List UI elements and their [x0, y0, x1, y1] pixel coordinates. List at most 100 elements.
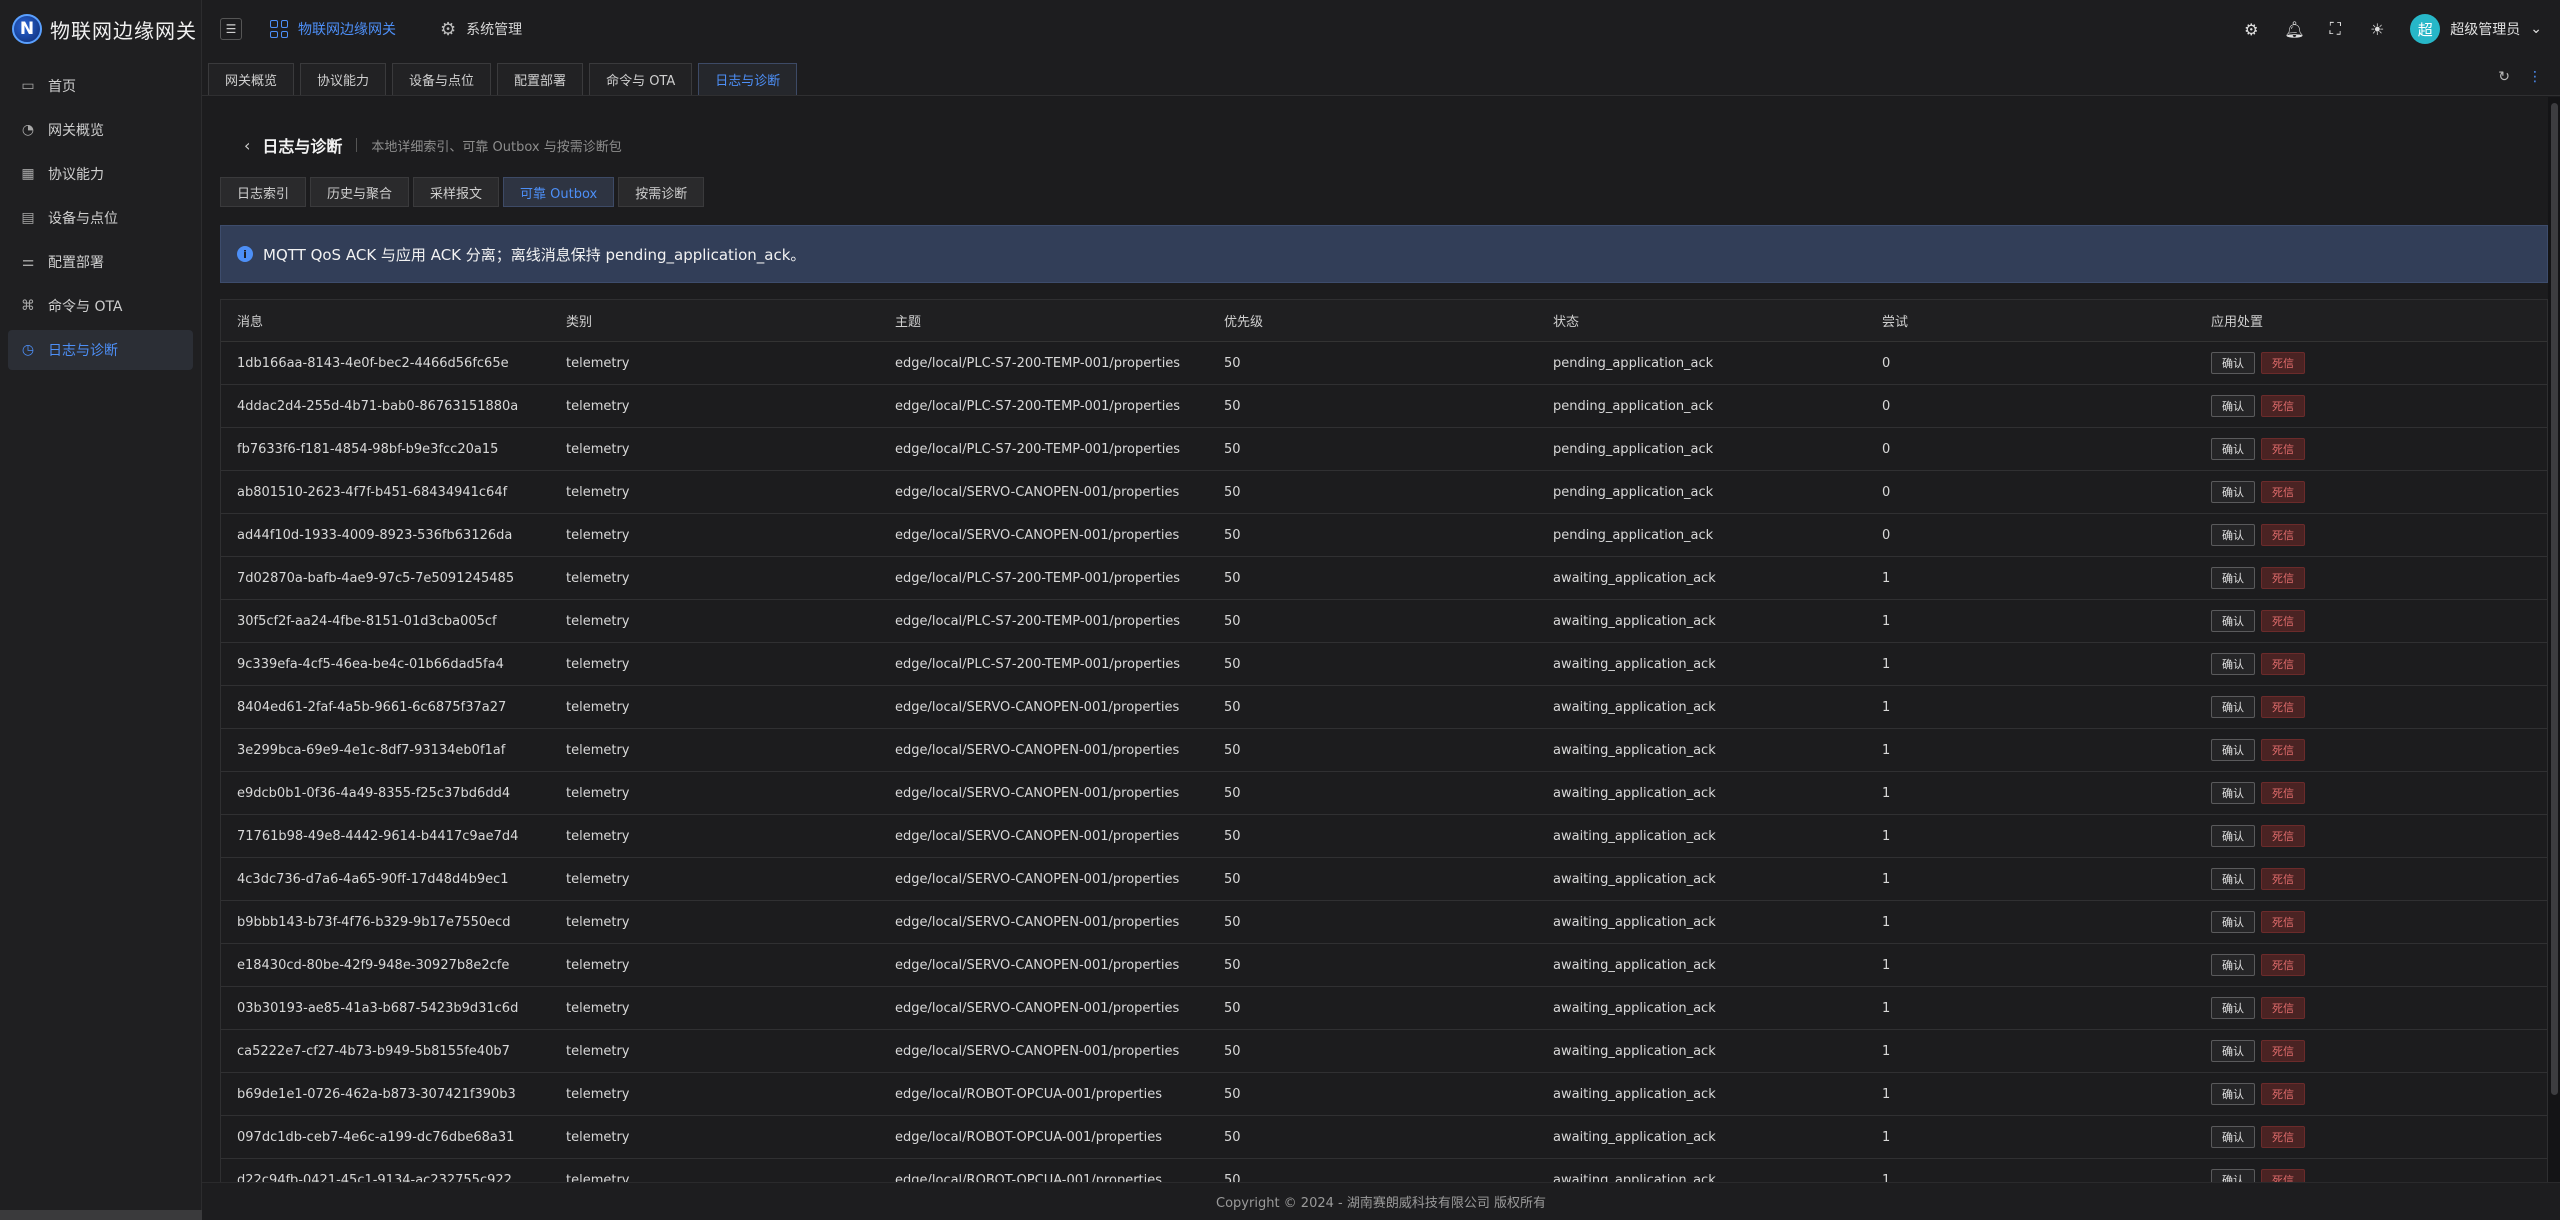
cell-priority: 50 — [1224, 699, 1241, 715]
dead-letter-button[interactable]: 死信 — [2261, 868, 2305, 890]
column-header: 优先级 — [1224, 315, 1264, 330]
sidebar-item-6[interactable]: ◷ 日志与诊断 — [8, 330, 193, 370]
table-row: 097dc1db-ceb7-4e6c-a199-dc76dbe68a31 tele… — [221, 1116, 2547, 1159]
more-vertical-icon[interactable]: ⋮ — [2528, 69, 2542, 85]
sidebar-item-0[interactable]: ▭ 首页 — [8, 66, 193, 106]
subtab-2[interactable]: 采样报文 — [413, 177, 500, 207]
sidebar-scrollbar[interactable] — [0, 1210, 202, 1220]
cell-topic: edge/local/PLC-S7-200-TEMP-001/propertie… — [895, 570, 1181, 586]
confirm-button[interactable]: 确认 — [2211, 868, 2255, 890]
confirm-button[interactable]: 确认 — [2211, 610, 2255, 632]
table-row: 03b30193-ae85-41a3-b687-5423b9d31c6d tele… — [221, 987, 2547, 1030]
sidebar-item-5[interactable]: ⌘ 命令与 OTA — [8, 286, 193, 326]
table-row: ab801510-2623-4f7f-b451-68434941c64f tele… — [221, 471, 2547, 514]
table-row: 71761b98-49e8-4442-9614-b4417c9ae7d4 tele… — [221, 815, 2547, 858]
dead-letter-button[interactable]: 死信 — [2261, 911, 2305, 933]
cell-attempts: 0 — [1882, 484, 1891, 500]
confirm-button[interactable]: 确认 — [2211, 395, 2255, 417]
theme-sun-icon[interactable]: ☀ — [2368, 20, 2386, 39]
dead-letter-button[interactable]: 死信 — [2261, 1169, 2305, 1182]
dead-letter-button[interactable]: 死信 — [2261, 739, 2305, 761]
dead-letter-button[interactable]: 死信 — [2261, 1126, 2305, 1148]
confirm-button[interactable]: 确认 — [2211, 997, 2255, 1019]
dead-letter-button[interactable]: 死信 — [2261, 352, 2305, 374]
tab-3[interactable]: 配置部署 — [497, 63, 584, 95]
confirm-button[interactable]: 确认 — [2211, 782, 2255, 804]
app-logo[interactable]: N 物联网边缘网关 — [0, 0, 201, 58]
confirm-button[interactable]: 确认 — [2211, 911, 2255, 933]
row-actions: 确认 死信 — [2195, 997, 2547, 1019]
sub-tabs: 日志索引 历史与聚合 采样报文 可靠 Outbox 按需诊断 — [220, 177, 708, 207]
dead-letter-button[interactable]: 死信 — [2261, 610, 2305, 632]
cell-status: awaiting_application_ack — [1553, 871, 1716, 887]
confirm-button[interactable]: 确认 — [2211, 567, 2255, 589]
dead-letter-button[interactable]: 死信 — [2261, 1040, 2305, 1062]
dead-letter-button[interactable]: 死信 — [2261, 653, 2305, 675]
fullscreen-icon[interactable]: ⛶ — [2326, 19, 2344, 39]
sidebar-item-3[interactable]: ▤ 设备与点位 — [8, 198, 193, 238]
sidebar-item-label: 协议能力 — [48, 167, 104, 183]
tab-1[interactable]: 协议能力 — [300, 63, 387, 95]
bell-icon[interactable]: 🔔︎ — [2284, 20, 2304, 39]
confirm-button[interactable]: 确认 — [2211, 954, 2255, 976]
confirm-button[interactable]: 确认 — [2211, 524, 2255, 546]
dead-letter-button[interactable]: 死信 — [2261, 524, 2305, 546]
refresh-icon[interactable]: ↻ — [2498, 69, 2510, 85]
subtab-1[interactable]: 历史与聚合 — [310, 177, 410, 207]
dead-letter-button[interactable]: 死信 — [2261, 395, 2305, 417]
dead-letter-button[interactable]: 死信 — [2261, 825, 2305, 847]
confirm-button[interactable]: 确认 — [2211, 438, 2255, 460]
sidebar-item-2[interactable]: ▦ 协议能力 — [8, 154, 193, 194]
tab-5[interactable]: 日志与诊断 — [698, 63, 798, 95]
cell-priority: 50 — [1224, 957, 1241, 973]
tab-4[interactable]: 命令与 OTA — [589, 63, 693, 95]
confirm-button[interactable]: 确认 — [2211, 481, 2255, 503]
top-menu-gateway[interactable]: 物联网边缘网关 — [270, 0, 416, 58]
header-tools: ⚙ 🔔︎ ⛶ ☀ 超 超级管理员 ⌄ — [2242, 14, 2560, 44]
page-header: ‹ 日志与诊断 本地详细索引、可靠 Outbox 与按需诊断包 — [220, 133, 622, 157]
clock-icon: ◷ — [21, 342, 35, 358]
vertical-scrollbar[interactable] — [2551, 103, 2558, 1095]
subtab-0[interactable]: 日志索引 — [220, 177, 307, 207]
dead-letter-button[interactable]: 死信 — [2261, 481, 2305, 503]
confirm-button[interactable]: 确认 — [2211, 739, 2255, 761]
cell-status: pending_application_ack — [1553, 527, 1714, 543]
subtab-4[interactable]: 按需诊断 — [618, 177, 705, 207]
dead-letter-button[interactable]: 死信 — [2261, 997, 2305, 1019]
cell-status: awaiting_application_ack — [1553, 914, 1716, 930]
cell-priority: 50 — [1224, 828, 1241, 844]
dead-letter-button[interactable]: 死信 — [2261, 438, 2305, 460]
sidebar-item-1[interactable]: ◔ 网关概览 — [8, 110, 193, 150]
dead-letter-button[interactable]: 死信 — [2261, 782, 2305, 804]
dead-letter-button[interactable]: 死信 — [2261, 567, 2305, 589]
tab-2[interactable]: 设备与点位 — [392, 63, 492, 95]
settings-icon[interactable]: ⚙ — [2242, 20, 2260, 39]
cell-id: 1db166aa-8143-4e0f-bec2-4466d56fc65e — [237, 355, 509, 371]
confirm-button[interactable]: 确认 — [2211, 1169, 2255, 1182]
cell-type: telemetry — [566, 1000, 630, 1016]
collapse-menu-icon[interactable]: ☰ — [220, 18, 242, 40]
divider — [356, 138, 358, 152]
cell-id: 03b30193-ae85-41a3-b687-5423b9d31c6d — [237, 1000, 519, 1016]
sidebar-item-4[interactable]: ⚌ 配置部署 — [8, 242, 193, 282]
confirm-button[interactable]: 确认 — [2211, 1040, 2255, 1062]
dead-letter-button[interactable]: 死信 — [2261, 696, 2305, 718]
confirm-button[interactable]: 确认 — [2211, 1126, 2255, 1148]
user-menu[interactable]: 超 超级管理员 ⌄ — [2410, 14, 2542, 44]
column-header: 尝试 — [1882, 315, 1909, 330]
confirm-button[interactable]: 确认 — [2211, 825, 2255, 847]
confirm-button[interactable]: 确认 — [2211, 696, 2255, 718]
cell-type: telemetry — [566, 828, 630, 844]
tab-0[interactable]: 网关概览 — [208, 63, 295, 95]
subtab-3[interactable]: 可靠 Outbox — [503, 177, 615, 207]
confirm-button[interactable]: 确认 — [2211, 352, 2255, 374]
cell-priority: 50 — [1224, 613, 1241, 629]
confirm-button[interactable]: 确认 — [2211, 653, 2255, 675]
confirm-button[interactable]: 确认 — [2211, 1083, 2255, 1105]
top-menu-system[interactable]: ⚙ 系统管理 — [440, 0, 542, 58]
cell-id: 8404ed61-2faf-4a5b-9661-6c6875f37a27 — [237, 699, 507, 715]
dead-letter-button[interactable]: 死信 — [2261, 954, 2305, 976]
cell-type: telemetry — [566, 1129, 630, 1145]
dead-letter-button[interactable]: 死信 — [2261, 1083, 2305, 1105]
back-arrow-icon[interactable]: ‹ — [244, 136, 250, 155]
